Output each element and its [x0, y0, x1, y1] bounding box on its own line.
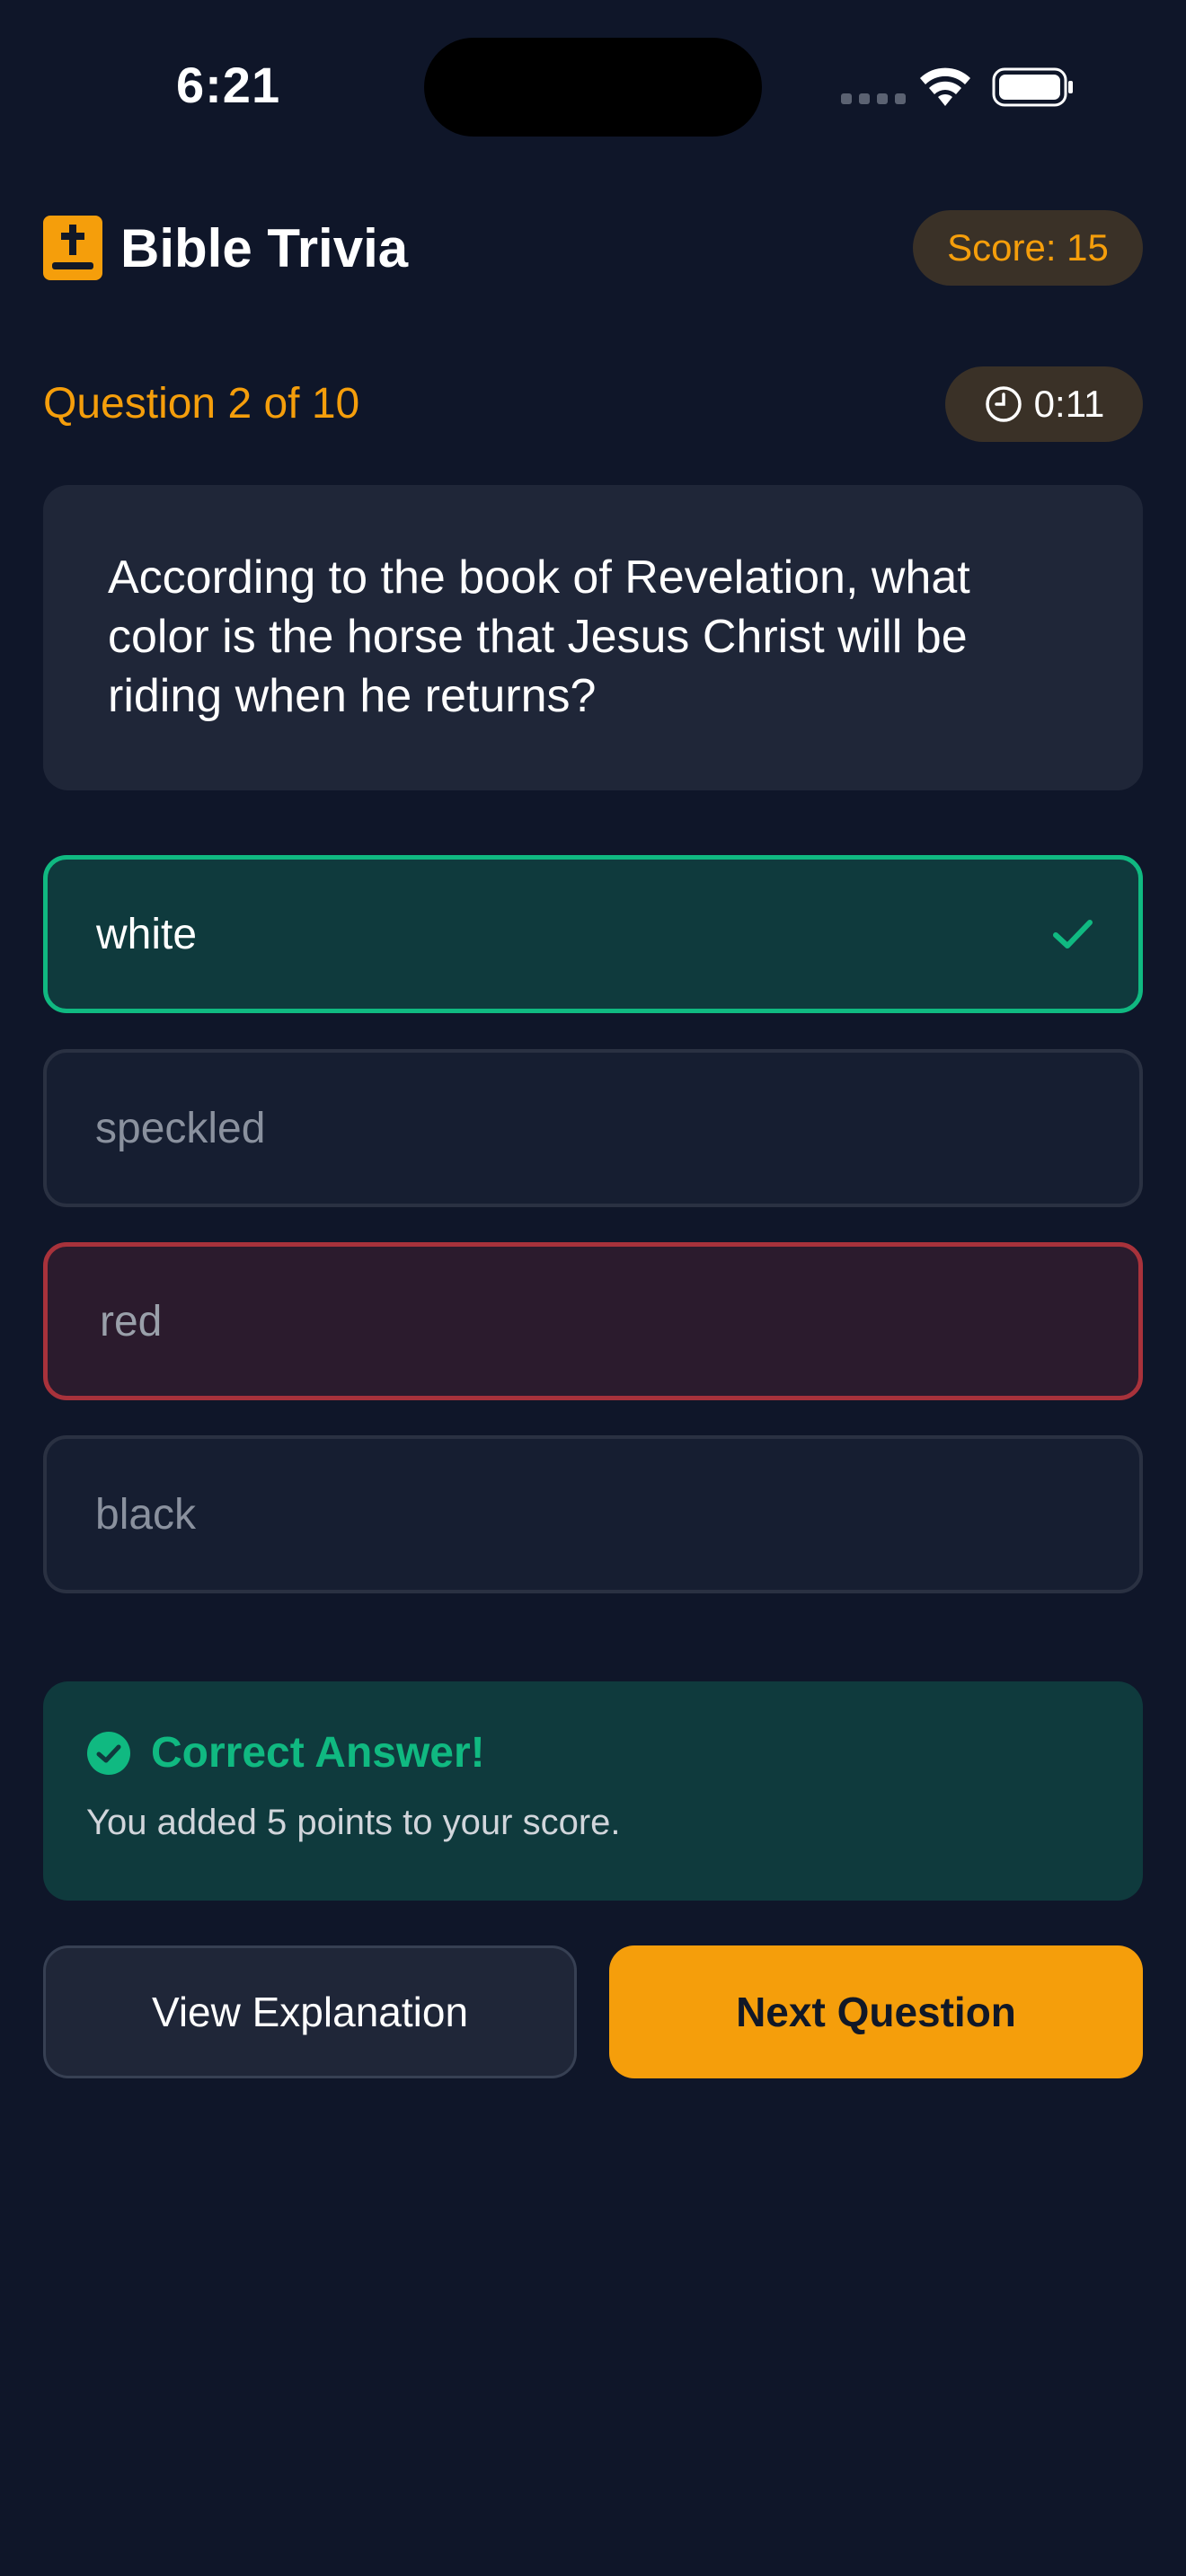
- answer-option-speckled[interactable]: speckled: [43, 1049, 1143, 1207]
- timer-badge: 0:11: [945, 366, 1143, 442]
- feedback-title: Correct Answer!: [151, 1729, 485, 1777]
- question-text: According to the book of Revelation, wha…: [108, 551, 970, 722]
- feedback-message: You added 5 points to your score.: [86, 1803, 621, 1842]
- answer-option-label: red: [100, 1297, 163, 1345]
- clock-icon: [985, 386, 1022, 422]
- next-question-button[interactable]: Next Question: [609, 1945, 1143, 2078]
- check-icon: [1053, 920, 1093, 948]
- bible-icon: [43, 216, 102, 280]
- cellular-signal-icon: [841, 93, 906, 104]
- score-badge: Score: 15: [913, 210, 1143, 286]
- answer-option-black[interactable]: black: [43, 1435, 1143, 1593]
- check-circle-icon: [87, 1731, 130, 1775]
- feedback-panel: Correct Answer! You added 5 points to yo…: [43, 1681, 1143, 1901]
- wifi-icon: [920, 67, 970, 106]
- status-time: 6:21: [176, 57, 281, 113]
- battery-icon: [992, 67, 1073, 107]
- app-title: Bible Trivia: [120, 218, 409, 278]
- answer-option-label: speckled: [95, 1104, 266, 1152]
- timer-value: 0:11: [1033, 383, 1105, 425]
- question-progress: Question 2 of 10: [43, 380, 360, 428]
- answer-option-label: black: [95, 1490, 197, 1539]
- question-card: According to the book of Revelation, wha…: [43, 485, 1143, 790]
- answer-option-red[interactable]: red: [43, 1242, 1143, 1400]
- view-explanation-button[interactable]: View Explanation: [43, 1945, 577, 2078]
- dynamic-island: [424, 38, 762, 137]
- answer-option-white[interactable]: white: [43, 855, 1143, 1013]
- answer-option-label: white: [96, 910, 198, 958]
